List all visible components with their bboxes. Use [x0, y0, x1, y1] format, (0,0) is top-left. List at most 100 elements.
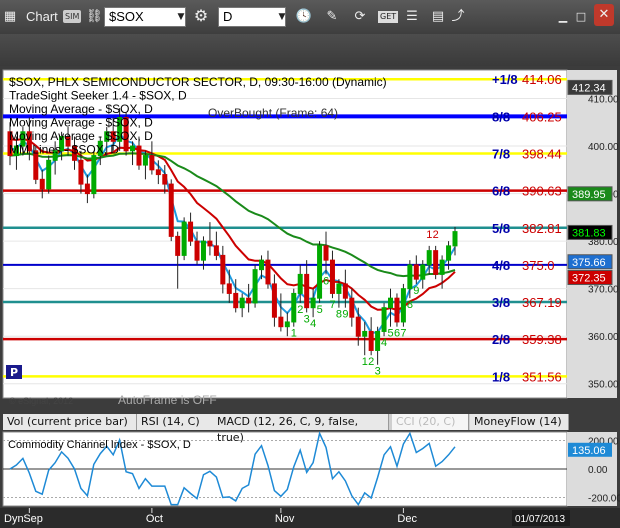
sequence-label: 3 — [375, 366, 381, 378]
tab-cci[interactable]: CCI (20, C) — [392, 414, 469, 430]
candle-body — [155, 169, 161, 176]
candle-body — [200, 240, 206, 261]
close-icon[interactable]: ✕ — [594, 4, 614, 26]
murrey-label: 2/8 — [492, 332, 510, 347]
candle-body — [329, 259, 335, 294]
candle-body — [233, 292, 239, 309]
candle-body — [46, 159, 52, 190]
murrey-label: 1/8 — [492, 369, 510, 384]
link-icon[interactable]: ⛓ — [86, 7, 103, 27]
candle-body — [207, 240, 213, 247]
murrey-label: 5/8 — [492, 221, 510, 236]
murrey-value: 398.44 — [522, 146, 562, 161]
get-button[interactable]: GET — [378, 11, 399, 23]
watermark: © eSignal, 2012 — [9, 396, 73, 406]
price-tag-value: 381.83 — [572, 227, 606, 239]
sequence-label: 1 — [362, 356, 368, 368]
price-chart[interactable]: 410.00400.00390.00380.00370.00360.00350.… — [0, 66, 620, 528]
gear-icon[interactable]: ⚙ — [191, 6, 211, 26]
symbol-dropdown-icon[interactable]: ▼ — [175, 7, 187, 27]
minimize-icon[interactable]: ▁ — [556, 7, 570, 27]
candle-body — [446, 245, 452, 261]
sequence-label: 2 — [433, 229, 439, 241]
refresh-icon[interactable]: ⟳ — [350, 7, 370, 27]
murrey-value: 375.0 — [522, 258, 555, 273]
sequence-label: 2 — [368, 356, 374, 368]
tab-rsi[interactable]: RSI (14, C) — [137, 414, 214, 430]
dyn-label[interactable]: Dyn — [4, 513, 24, 525]
tab-rsi-label: RSI (14, C) — [141, 415, 200, 428]
candle-body — [84, 183, 90, 195]
date-label: Sep — [23, 513, 43, 525]
candle-body — [304, 273, 310, 309]
murrey-label: 8/8 — [492, 109, 510, 124]
candle-body — [226, 283, 232, 294]
candle-body — [342, 283, 348, 299]
price-tag-value: 412.34 — [572, 82, 606, 94]
price-tick-label: 370.00 — [588, 285, 619, 296]
trend-icon[interactable]: ⤴ — [450, 7, 466, 27]
candle-body — [381, 307, 387, 332]
candle-body — [91, 155, 97, 195]
price-tick-label: 410.00 — [588, 95, 619, 106]
murrey-label: 4/8 — [492, 258, 510, 273]
sequence-label: 9 — [413, 285, 419, 297]
price-tick-label: 360.00 — [588, 332, 619, 343]
alert-icon[interactable]: ☰ — [404, 7, 420, 27]
candle-body — [349, 297, 355, 318]
layout-icon[interactable]: ▤ — [430, 7, 446, 27]
murrey-label: 6/8 — [492, 184, 510, 199]
overbought-label: OverBought (Frame: 64) — [208, 106, 338, 120]
candle-body — [188, 221, 194, 242]
sequence-label: 4 — [310, 318, 316, 330]
p-marker: P — [10, 366, 18, 379]
candle-body — [213, 245, 219, 256]
candle-body — [284, 321, 290, 328]
murrey-value: 382.81 — [522, 221, 562, 236]
candle-body — [259, 259, 265, 271]
candle-body — [355, 316, 361, 337]
candle-body — [375, 330, 381, 351]
sim-badge: SIM — [63, 10, 82, 23]
sequence-label: 6 — [394, 328, 400, 340]
murrey-value: 390.63 — [522, 184, 562, 199]
tab-macd[interactable]: MACD (12, 26, C, 9, false, true) — [213, 414, 389, 444]
murrey-value: 367.19 — [522, 295, 562, 310]
draw-tool-icon[interactable]: ✎ — [322, 7, 342, 27]
tab-cci-label: CCI (20, C) — [396, 415, 456, 428]
sequence-label: 6 — [323, 275, 329, 287]
cci-tick-label: -200.00 — [588, 493, 620, 504]
tab-moneyflow[interactable]: MoneyFlow (14) — [470, 414, 569, 430]
cci-tick-label: 0.00 — [588, 465, 608, 476]
app-label: Chart — [26, 9, 58, 24]
tab-vol[interactable]: Vol (current price bar) — [3, 414, 137, 430]
murrey-value: 406.25 — [522, 109, 562, 124]
cci-title: Commodity Channel Index - $SOX, D — [8, 439, 191, 451]
candle-body — [149, 155, 155, 171]
interval-dropdown-icon[interactable]: ▼ — [276, 7, 288, 27]
candle-body — [433, 250, 439, 275]
sequence-label: 8 — [407, 299, 413, 311]
sequence-label: 7 — [329, 299, 335, 311]
top-toolbar: ▦ Chart SIM ⛓ $SOX ▼ ⚙ D ▼ 🕓 ✎ ⟳ GET ☰ ▤… — [0, 0, 620, 35]
header-line: Moving Average - $SOX, D — [9, 116, 153, 130]
chart-menu-icon[interactable]: ▦ — [3, 7, 17, 27]
price-tick-label: 400.00 — [588, 142, 619, 153]
tab-moneyflow-label: MoneyFlow (14) — [474, 415, 562, 428]
candle-body — [426, 250, 432, 266]
sequence-label: 5 — [317, 304, 323, 316]
candle-body — [388, 297, 394, 309]
symbol-input[interactable]: $SOX — [104, 7, 186, 27]
candle-body — [362, 330, 368, 337]
date-label: Dec — [397, 513, 417, 525]
sequence-label: 1 — [426, 229, 432, 241]
sequence-label: 5 — [388, 328, 394, 340]
autoframe-label: AutoFrame is OFF — [118, 393, 217, 407]
price-tag-value: 372.35 — [572, 272, 606, 284]
current-date: 01/07/2013 — [515, 514, 565, 525]
candle-body — [78, 159, 84, 185]
clock-icon[interactable]: 🕓 — [294, 7, 314, 27]
maximize-icon[interactable]: □ — [574, 7, 588, 27]
candle-body — [323, 245, 329, 261]
header-line: Moving Average - $SOX, D — [9, 129, 153, 143]
